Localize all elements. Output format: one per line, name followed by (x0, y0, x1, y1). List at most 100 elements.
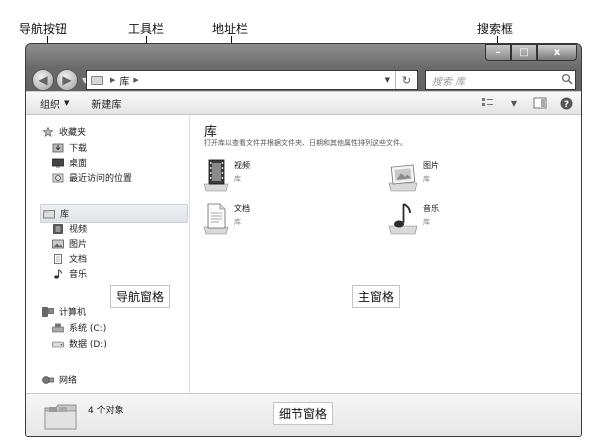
sidebar-libraries[interactable]: 库 (40, 204, 188, 223)
caption-buttons: – □ x (485, 44, 577, 61)
organize-label: 组织 (40, 99, 60, 111)
sidebar-item-videos[interactable]: 视频 (52, 222, 87, 235)
sidebar-item-label: 下载 (69, 144, 88, 154)
music-library-icon (388, 203, 418, 235)
sidebar-item-label: 视频 (69, 225, 88, 235)
navigation-buttons: ◀ ▶ ▼ (32, 69, 88, 91)
callout-search-box: 搜索框 (477, 22, 514, 36)
sidebar-item-documents[interactable]: 文档 (52, 252, 87, 265)
explorer-window: – □ x ◀ ▶ ▼ ▶ 库 ▶ ▼ ↻ 搜索 库 组织 ▼ (25, 43, 582, 437)
new-library-label: 新建库 (91, 99, 122, 111)
view-menu-chevron-icon[interactable]: ▼ (505, 95, 523, 111)
sidebar-item-label: 数据 (D:) (69, 340, 107, 350)
svg-text:?: ? (563, 100, 568, 110)
pictures-icon (52, 239, 64, 248)
help-button[interactable]: ? (557, 95, 575, 111)
sidebar-item-label: 网络 (59, 376, 78, 386)
library-item-text: 图片 库 (423, 160, 439, 184)
sidebar-item-recent-places[interactable]: 最近访问的位置 (52, 171, 132, 184)
sidebar-favorites[interactable]: 收藏夹 (42, 125, 86, 138)
callout-nav-pane: 导航窗格 (110, 285, 171, 308)
sidebar-item-downloads[interactable]: 下载 (52, 141, 87, 154)
preview-pane-button[interactable] (531, 95, 549, 111)
sidebar-item-label: 最近访问的位置 (69, 174, 133, 184)
library-item-name: 文档 (234, 204, 250, 213)
sidebar-item-drive-d[interactable]: 数据 (D:) (52, 337, 107, 350)
view-controls: ▼ ? (471, 95, 575, 111)
picture-library-icon (388, 164, 418, 192)
sidebar-item-label: 桌面 (69, 159, 88, 169)
help-icon: ? (560, 97, 572, 110)
library-item-text: 视频 库 (234, 160, 250, 184)
library-folder-icon (43, 209, 55, 218)
organize-menu[interactable]: 组织 ▼ (40, 96, 69, 111)
view-options-icon (482, 98, 493, 106)
callout-toolbar: 工具栏 (128, 22, 165, 36)
back-button[interactable]: ◀ (32, 69, 54, 91)
main-pane: 库 打开库以查看文件并根据文件夹、日期和其他属性排列这些文件。 视频 库 图片 … (191, 115, 581, 393)
navigation-pane: 收藏夹 下载 桌面 最近访问的位置 库 视频 图片 文档 音乐 计算机 系统 (… (26, 115, 190, 393)
library-item-text: 音乐 库 (423, 203, 439, 227)
library-item-text: 文档 库 (234, 203, 250, 227)
document-library-icon (203, 203, 229, 235)
sidebar-item-label: 库 (60, 210, 70, 220)
preview-pane-icon (533, 97, 547, 109)
library-item-type: 库 (423, 218, 430, 226)
sidebar-item-label: 图片 (69, 240, 88, 250)
sidebar-item-pictures[interactable]: 图片 (52, 237, 87, 250)
library-item-type: 库 (234, 175, 241, 183)
computer-icon (42, 306, 54, 317)
sidebar-item-desktop[interactable]: 桌面 (52, 156, 87, 169)
sidebar-item-drive-c[interactable]: 系统 (C:) (52, 321, 106, 334)
command-toolbar: 组织 ▼ 新建库 ▼ ? (26, 91, 581, 115)
library-item-name: 图片 (423, 161, 439, 170)
callout-address-bar: 地址栏 (212, 22, 249, 36)
chevron-down-icon: ▼ (64, 99, 70, 107)
address-history-dropdown[interactable]: ▼ (380, 76, 395, 84)
library-item-pictures[interactable]: 图片 库 (388, 158, 439, 192)
sidebar-item-music[interactable]: 音乐 (52, 267, 87, 280)
breadcrumb-libraries[interactable]: 库 (119, 73, 129, 88)
sidebar-item-label: 收藏夹 (59, 128, 87, 138)
library-item-name: 视频 (234, 161, 250, 170)
search-input[interactable]: 搜索 库 (425, 70, 576, 90)
window-content: 收藏夹 下载 桌面 最近访问的位置 库 视频 图片 文档 音乐 计算机 系统 (… (26, 115, 581, 393)
search-icon[interactable] (561, 73, 573, 85)
callout-nav-buttons: 导航按钮 (19, 22, 68, 36)
library-item-music[interactable]: 音乐 库 (388, 201, 439, 235)
breadcrumb-separator-icon[interactable]: ▶ (110, 76, 115, 84)
libraries-folder-icon (44, 404, 77, 430)
arrow-right-icon: ▶ (62, 73, 72, 87)
library-item-videos[interactable]: 视频 库 (203, 158, 250, 192)
recent-places-icon (52, 173, 64, 182)
library-item-type: 库 (234, 218, 241, 226)
maximize-button[interactable]: □ (511, 44, 537, 61)
sidebar-item-label: 计算机 (59, 308, 87, 318)
callout-main-pane: 主窗格 (352, 285, 401, 308)
video-library-icon (203, 159, 229, 192)
star-icon (42, 126, 54, 137)
sidebar-network[interactable]: 网络 (42, 373, 77, 386)
address-bar[interactable]: ▶ 库 ▶ ▼ ↻ (86, 70, 418, 90)
refresh-icon: ↻ (401, 73, 412, 87)
network-icon (42, 375, 54, 384)
refresh-button[interactable]: ↻ (395, 71, 417, 89)
desktop-icon (52, 158, 64, 167)
callout-details-pane: 细节窗格 (273, 402, 334, 425)
downloads-folder-icon (52, 143, 64, 152)
breadcrumb-separator-icon[interactable]: ▶ (133, 76, 138, 84)
library-item-documents[interactable]: 文档 库 (203, 201, 250, 235)
close-button[interactable]: x (537, 44, 577, 61)
video-icon (53, 223, 63, 234)
sidebar-computer[interactable]: 计算机 (42, 305, 86, 318)
new-library-button[interactable]: 新建库 (91, 96, 121, 111)
arrow-left-icon: ◀ (38, 73, 48, 87)
sidebar-item-label: 系统 (C:) (69, 324, 107, 334)
document-icon (54, 253, 62, 264)
sidebar-item-label: 文档 (69, 255, 88, 265)
minimize-button[interactable]: – (485, 44, 511, 61)
library-folder-icon (91, 75, 103, 85)
change-view-button[interactable] (479, 95, 497, 111)
forward-button[interactable]: ▶ (56, 69, 78, 91)
data-drive-icon (52, 341, 64, 347)
